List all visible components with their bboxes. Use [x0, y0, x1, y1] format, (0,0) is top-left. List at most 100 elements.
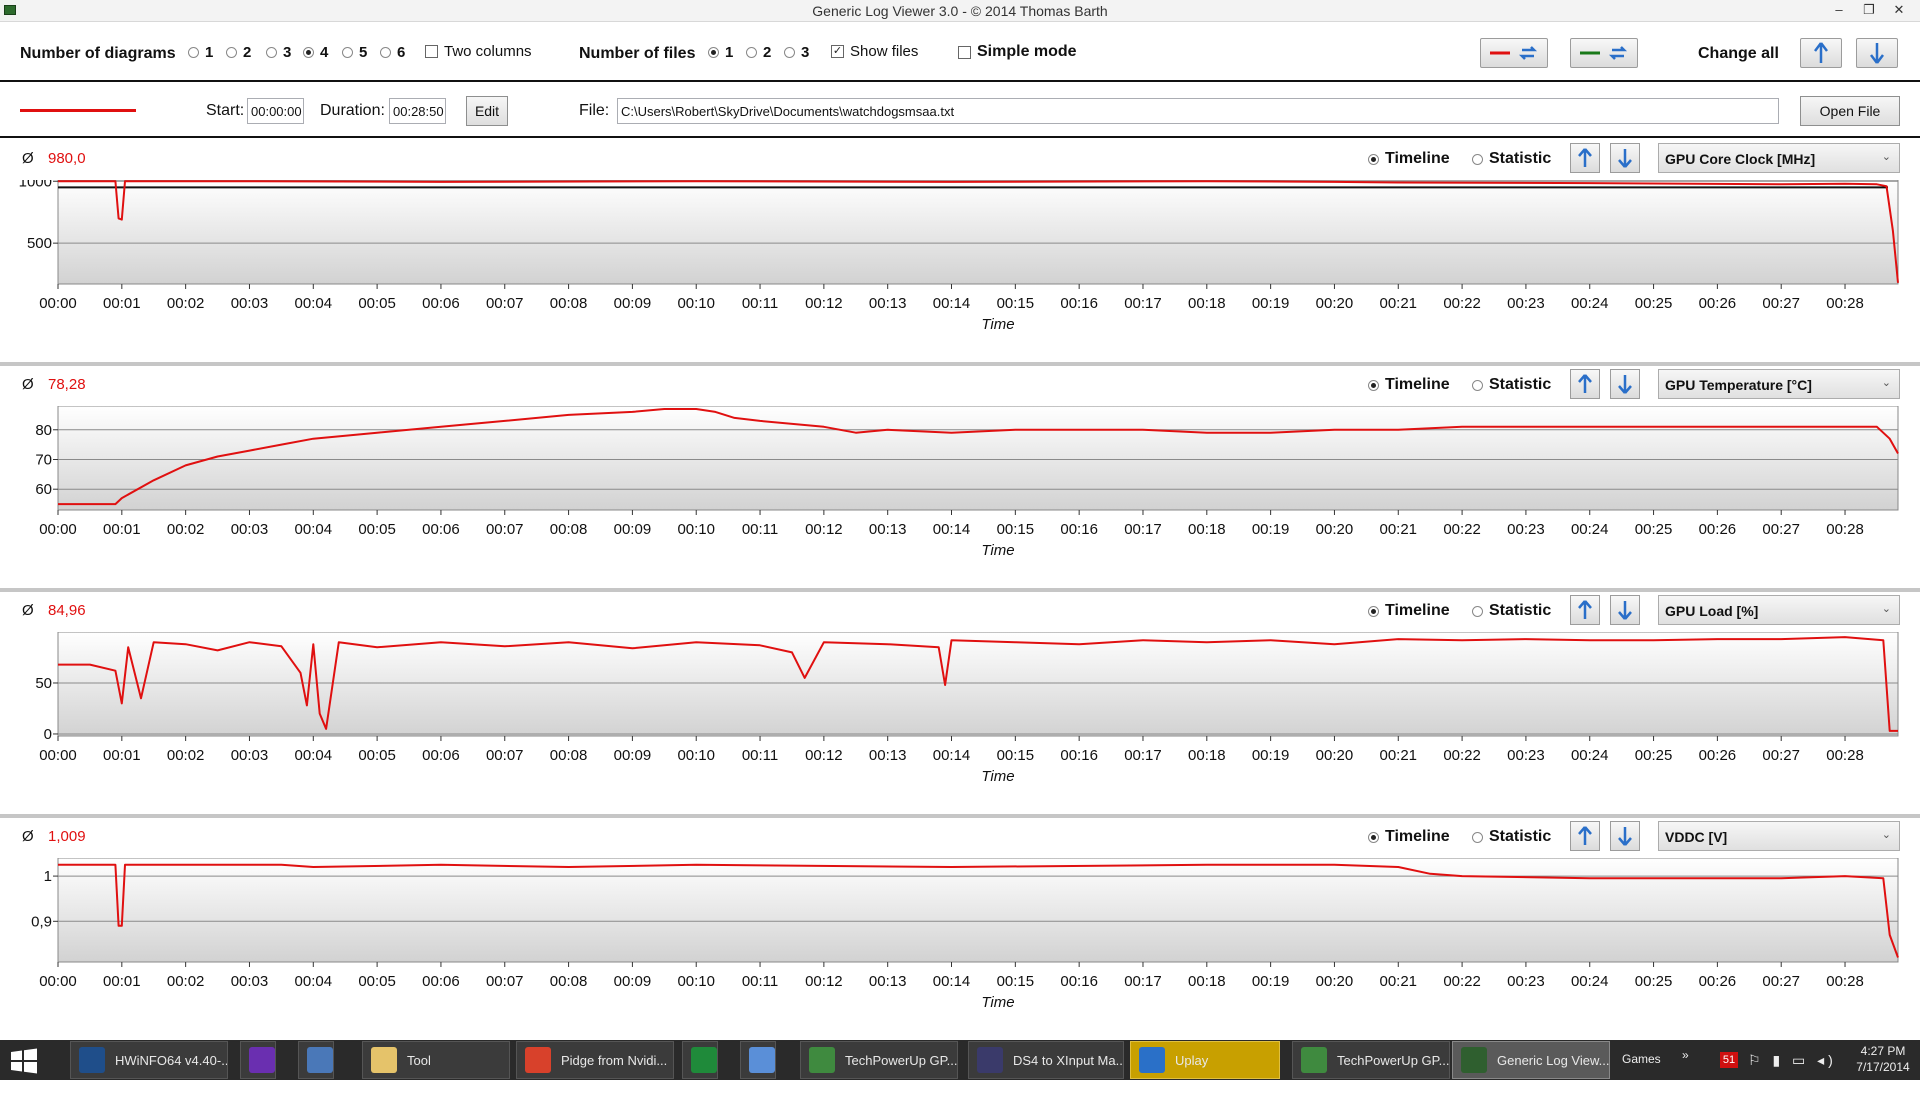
open-file-button[interactable]: Open File	[1800, 96, 1900, 126]
timeline-radio[interactable]: Timeline	[1368, 376, 1450, 394]
series-color-swatch[interactable]	[20, 109, 136, 112]
diagram-count-option[interactable]: 2	[226, 44, 251, 61]
x-tick-label: 00:27	[1762, 747, 1800, 764]
x-tick-label: 00:01	[103, 973, 141, 990]
x-tick-label: 00:08	[550, 295, 588, 312]
move-up-button[interactable]	[1570, 369, 1600, 399]
tray-icons[interactable]: ⚐ ▮ ▭ ◂)	[1748, 1052, 1858, 1092]
move-down-button[interactable]	[1610, 595, 1640, 625]
flag-icon	[249, 1047, 275, 1073]
x-tick-label: 00:15	[997, 973, 1035, 990]
sensor-select[interactable]: GPU Core Clock [MHz] ⌄	[1658, 143, 1900, 173]
x-tick-label: 00:17	[1124, 295, 1162, 312]
x-tick-label: 00:11	[742, 747, 778, 764]
statistic-radio[interactable]: Statistic	[1472, 150, 1551, 168]
taskbar-item[interactable]: TechPowerUp GP...	[800, 1041, 958, 1079]
restore-button[interactable]: ❐	[1854, 1, 1884, 19]
radio-circle	[1472, 153, 1483, 165]
taskbar-item[interactable]: Generic Log View...	[1452, 1041, 1610, 1079]
move-up-button[interactable]	[1570, 821, 1600, 851]
y-tick-label: 80	[35, 422, 52, 439]
plot-area	[57, 632, 1899, 737]
diagram-count-option[interactable]: 4	[303, 44, 328, 61]
taskbar-item-label: TechPowerUp GP...	[845, 1052, 958, 1068]
x-tick-label: 00:25	[1635, 521, 1673, 538]
x-tick-label: 00:12	[805, 521, 843, 538]
x-tick-label: 00:28	[1826, 295, 1864, 312]
start-field[interactable]: 00:00:00	[247, 98, 304, 124]
minimize-button[interactable]: –	[1824, 1, 1854, 19]
timeline-radio[interactable]: Timeline	[1368, 602, 1450, 620]
timeline-radio[interactable]: Timeline	[1368, 828, 1450, 846]
diagram-count-option[interactable]: 5	[342, 44, 367, 61]
move-up-button[interactable]	[1570, 595, 1600, 625]
taskbar-item[interactable]: Tool	[362, 1041, 510, 1079]
diagram-count-option[interactable]: 6	[380, 44, 405, 61]
file-count-option[interactable]: 2	[746, 44, 771, 61]
green-swap-button[interactable]	[1570, 38, 1638, 68]
move-up-button[interactable]	[1570, 143, 1600, 173]
x-tick-label: 00:18	[1188, 295, 1226, 312]
arrow-down-icon	[1618, 149, 1632, 168]
diagram-count-option[interactable]: 3	[266, 44, 291, 61]
edit-button[interactable]: Edit	[466, 96, 508, 126]
taskbar-item[interactable]: Pidge from Nvidi...	[516, 1041, 674, 1079]
close-button[interactable]: ✕	[1884, 1, 1914, 19]
x-tick-label: 00:09	[614, 973, 652, 990]
x-tick-label: 00:18	[1188, 521, 1226, 538]
move-all-down-button[interactable]	[1856, 38, 1898, 68]
statistic-radio[interactable]: Statistic	[1472, 828, 1551, 846]
plot-area	[57, 406, 1899, 511]
x-tick-label: 00:20	[1316, 747, 1354, 764]
red-swap-button[interactable]	[1480, 38, 1548, 68]
x-tick-label: 00:13	[869, 747, 907, 764]
statistic-radio[interactable]: Statistic	[1472, 602, 1551, 620]
x-tick-label: 00:28	[1826, 973, 1864, 990]
notification-badge[interactable]: 51	[1720, 1052, 1738, 1068]
x-tick-label: 00:00	[39, 295, 77, 312]
file-path-field[interactable]: C:\Users\Robert\SkyDrive\Documents\watch…	[617, 98, 1779, 124]
arrow-up-icon	[1814, 42, 1828, 63]
ds4-icon	[977, 1047, 1003, 1073]
x-tick-label: 00:03	[231, 295, 269, 312]
x-tick-label: 00:00	[39, 973, 77, 990]
clock-date[interactable]: 7/17/2014	[1852, 1060, 1914, 1100]
x-tick-label: 00:10	[677, 973, 715, 990]
move-down-button[interactable]	[1610, 369, 1640, 399]
plot-area	[57, 858, 1899, 963]
x-tick-label: 00:18	[1188, 973, 1226, 990]
taskbar-item[interactable]	[682, 1041, 718, 1079]
chevron-icon[interactable]: »	[1682, 1048, 1689, 1088]
two-columns-checkbox[interactable]: Two columns	[425, 43, 532, 60]
taskbar-item[interactable]: DS4 to XInput Ma...	[968, 1041, 1124, 1079]
x-tick-label: 00:00	[39, 521, 77, 538]
timeline-label: Timeline	[1385, 150, 1450, 167]
radio-circle	[1368, 605, 1379, 617]
x-tick-label: 00:03	[231, 973, 269, 990]
taskbar-item[interactable]: Uplay	[1130, 1041, 1280, 1079]
file-count-option[interactable]: 3	[784, 44, 809, 61]
taskbar-item[interactable]: TechPowerUp GP...	[1292, 1041, 1450, 1079]
move-down-button[interactable]	[1610, 821, 1640, 851]
show-files-checkbox[interactable]: ✓ Show files	[831, 43, 918, 60]
move-down-button[interactable]	[1610, 143, 1640, 173]
timeline-radio[interactable]: Timeline	[1368, 150, 1450, 168]
file-count-option[interactable]: 1	[708, 44, 733, 61]
duration-field[interactable]: 00:28:50	[389, 98, 446, 124]
x-tick-label: 00:26	[1699, 521, 1737, 538]
taskbar-item[interactable]: HWiNFO64 v4.40-...	[70, 1041, 228, 1079]
taskbar-item[interactable]	[298, 1041, 334, 1079]
diagram-count-option[interactable]: 1	[188, 44, 213, 61]
simple-mode-checkbox[interactable]: Simple mode	[958, 43, 1077, 61]
x-tick-label: 00:06	[422, 747, 460, 764]
taskbar-item[interactable]	[740, 1041, 776, 1079]
taskbar-item[interactable]	[240, 1041, 276, 1079]
statistic-radio[interactable]: Statistic	[1472, 376, 1551, 394]
games-toolbar-label[interactable]: Games	[1622, 1052, 1661, 1092]
start-button[interactable]	[10, 1048, 38, 1079]
x-tick-label: 00:10	[677, 295, 715, 312]
move-all-up-button[interactable]	[1800, 38, 1842, 68]
sensor-select[interactable]: GPU Temperature [°C] ⌄	[1658, 369, 1900, 399]
sensor-select[interactable]: GPU Load [%] ⌄	[1658, 595, 1900, 625]
sensor-select[interactable]: VDDC [V] ⌄	[1658, 821, 1900, 851]
